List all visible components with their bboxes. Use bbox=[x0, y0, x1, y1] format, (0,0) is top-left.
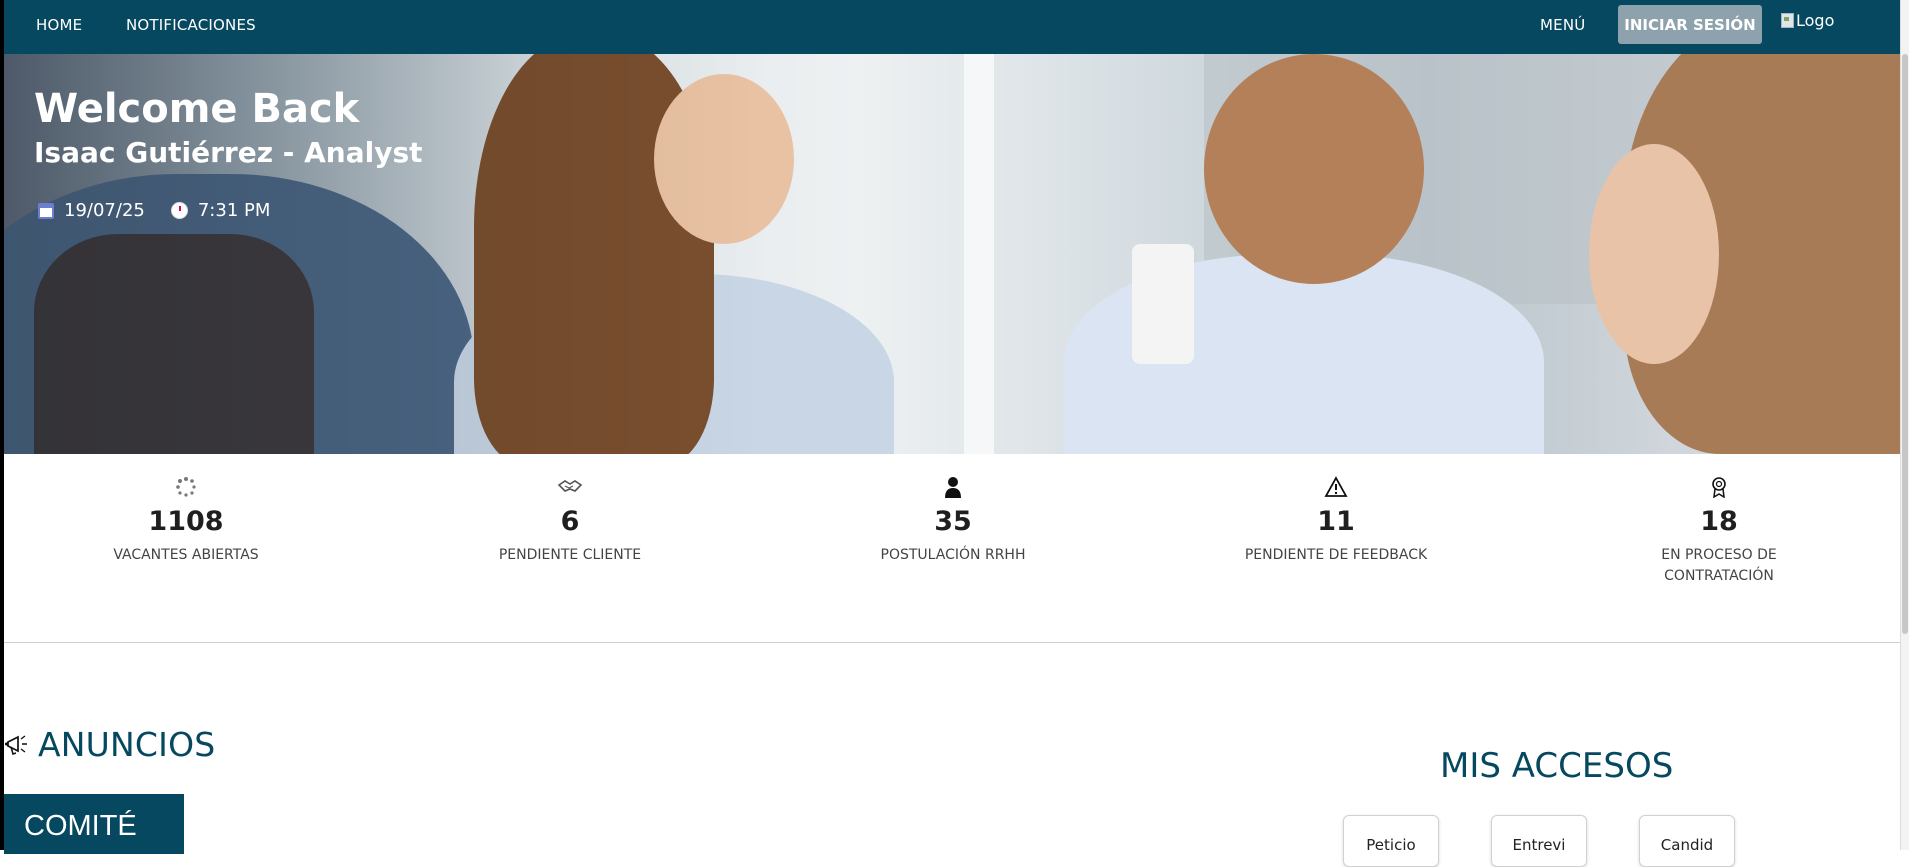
stat-label: PENDIENTE DE FEEDBACK bbox=[1244, 547, 1428, 563]
stat-label: VACANTES ABIERTAS bbox=[113, 547, 259, 563]
clock-icon bbox=[170, 202, 188, 219]
stats-panel: 1108 VACANTES ABIERTAS 6 PENDIENTE CLIEN… bbox=[4, 454, 1901, 643]
stat-vacancies[interactable]: 1108 VACANTES ABIERTAS bbox=[76, 476, 296, 566]
nav-notifications-link[interactable]: NOTIFICACIONES bbox=[126, 16, 256, 34]
nav-menu-link[interactable]: MENÚ bbox=[1540, 16, 1585, 34]
window-left-edge bbox=[0, 0, 4, 850]
warning-icon bbox=[1226, 476, 1446, 498]
stat-value: 18 bbox=[1700, 506, 1738, 537]
logo[interactable]: Logo bbox=[1781, 11, 1834, 30]
page-scrollbar[interactable] bbox=[1900, 0, 1909, 850]
broken-image-icon bbox=[1781, 13, 1794, 28]
calendar-icon bbox=[38, 202, 54, 219]
access-card-interview[interactable]: Entrevi bbox=[1491, 815, 1587, 867]
access-card-candidate[interactable]: Candid bbox=[1639, 815, 1735, 867]
stat-client-pending[interactable]: 6 PENDIENTE CLIENTE bbox=[460, 476, 680, 566]
megaphone-icon bbox=[5, 734, 27, 755]
hero-banner: Welcome Back Isaac Gutiérrez - Analyst 1… bbox=[4, 54, 1901, 454]
stat-value: 6 bbox=[560, 506, 580, 537]
top-navbar: HOME NOTIFICACIONES MENÚ INICIAR SESIÓN … bbox=[0, 0, 1909, 54]
user-name-role: Isaac Gutiérrez - Analyst bbox=[34, 136, 423, 169]
login-button[interactable]: INICIAR SESIÓN bbox=[1618, 5, 1762, 44]
award-icon bbox=[1609, 476, 1829, 498]
stat-label: EN PROCESO DE CONTRATACIÓN bbox=[1661, 547, 1777, 584]
current-time: 7:31 PM bbox=[197, 200, 271, 221]
stat-feedback-pending[interactable]: 11 PENDIENTE DE FEEDBACK bbox=[1226, 476, 1446, 566]
handshake-icon bbox=[460, 476, 680, 498]
stat-value: 11 bbox=[1317, 506, 1355, 537]
stat-hr-application[interactable]: 35 POSTULACIÓN RRHH bbox=[843, 476, 1063, 566]
spinner-icon bbox=[76, 476, 296, 498]
user-icon bbox=[843, 476, 1063, 498]
nav-home-link[interactable]: HOME bbox=[36, 16, 82, 34]
stat-label: PENDIENTE CLIENTE bbox=[498, 547, 642, 563]
welcome-title: Welcome Back bbox=[34, 86, 360, 132]
stat-value: 1108 bbox=[148, 506, 224, 537]
stat-label: POSTULACIÓN RRHH bbox=[880, 547, 1026, 563]
announcements-title: ANUNCIOS bbox=[38, 725, 216, 764]
access-card-petition[interactable]: Peticio bbox=[1343, 815, 1439, 867]
scrollbar-thumb[interactable] bbox=[1902, 54, 1908, 634]
announcement-card-committee[interactable]: COMITÉ bbox=[4, 794, 184, 854]
announcements-heading: ANUNCIOS bbox=[4, 725, 215, 764]
stat-hiring-process[interactable]: 18 EN PROCESO DE CONTRATACIÓN bbox=[1609, 476, 1829, 587]
stat-value: 35 bbox=[934, 506, 972, 537]
date-time-row: 19/07/25 7:31 PM bbox=[38, 200, 270, 221]
my-access-title: MIS ACCESOS bbox=[1440, 746, 1674, 786]
current-date: 19/07/25 bbox=[64, 200, 145, 221]
logo-alt-text: Logo bbox=[1796, 11, 1835, 30]
